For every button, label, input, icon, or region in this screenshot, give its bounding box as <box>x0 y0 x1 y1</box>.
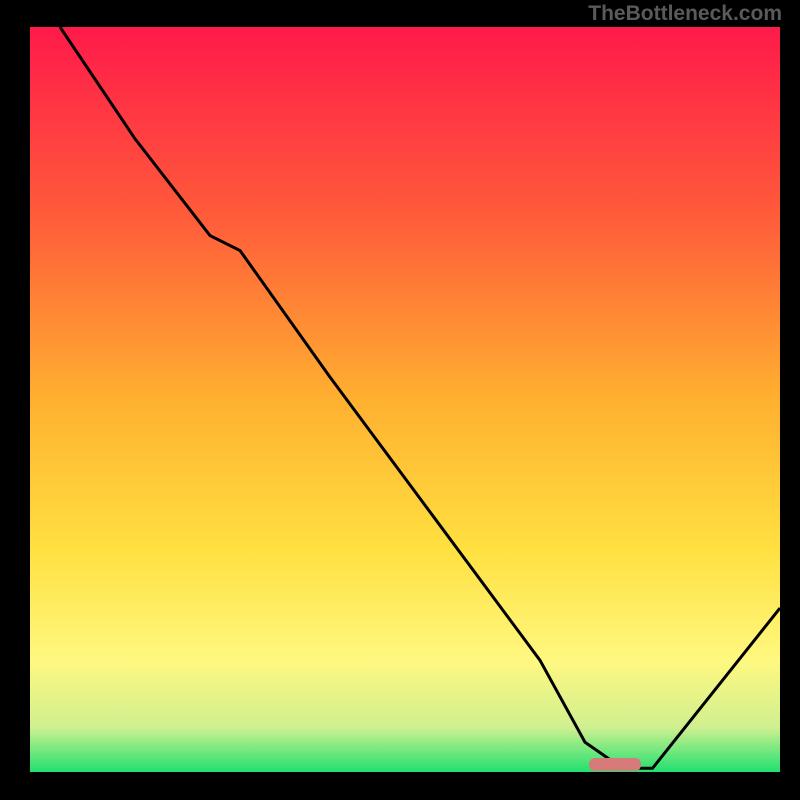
optimal-marker <box>589 758 641 771</box>
watermark-text: TheBottleneck.com <box>588 2 782 26</box>
plot-area <box>30 27 780 772</box>
bottleneck-chart <box>0 0 800 800</box>
